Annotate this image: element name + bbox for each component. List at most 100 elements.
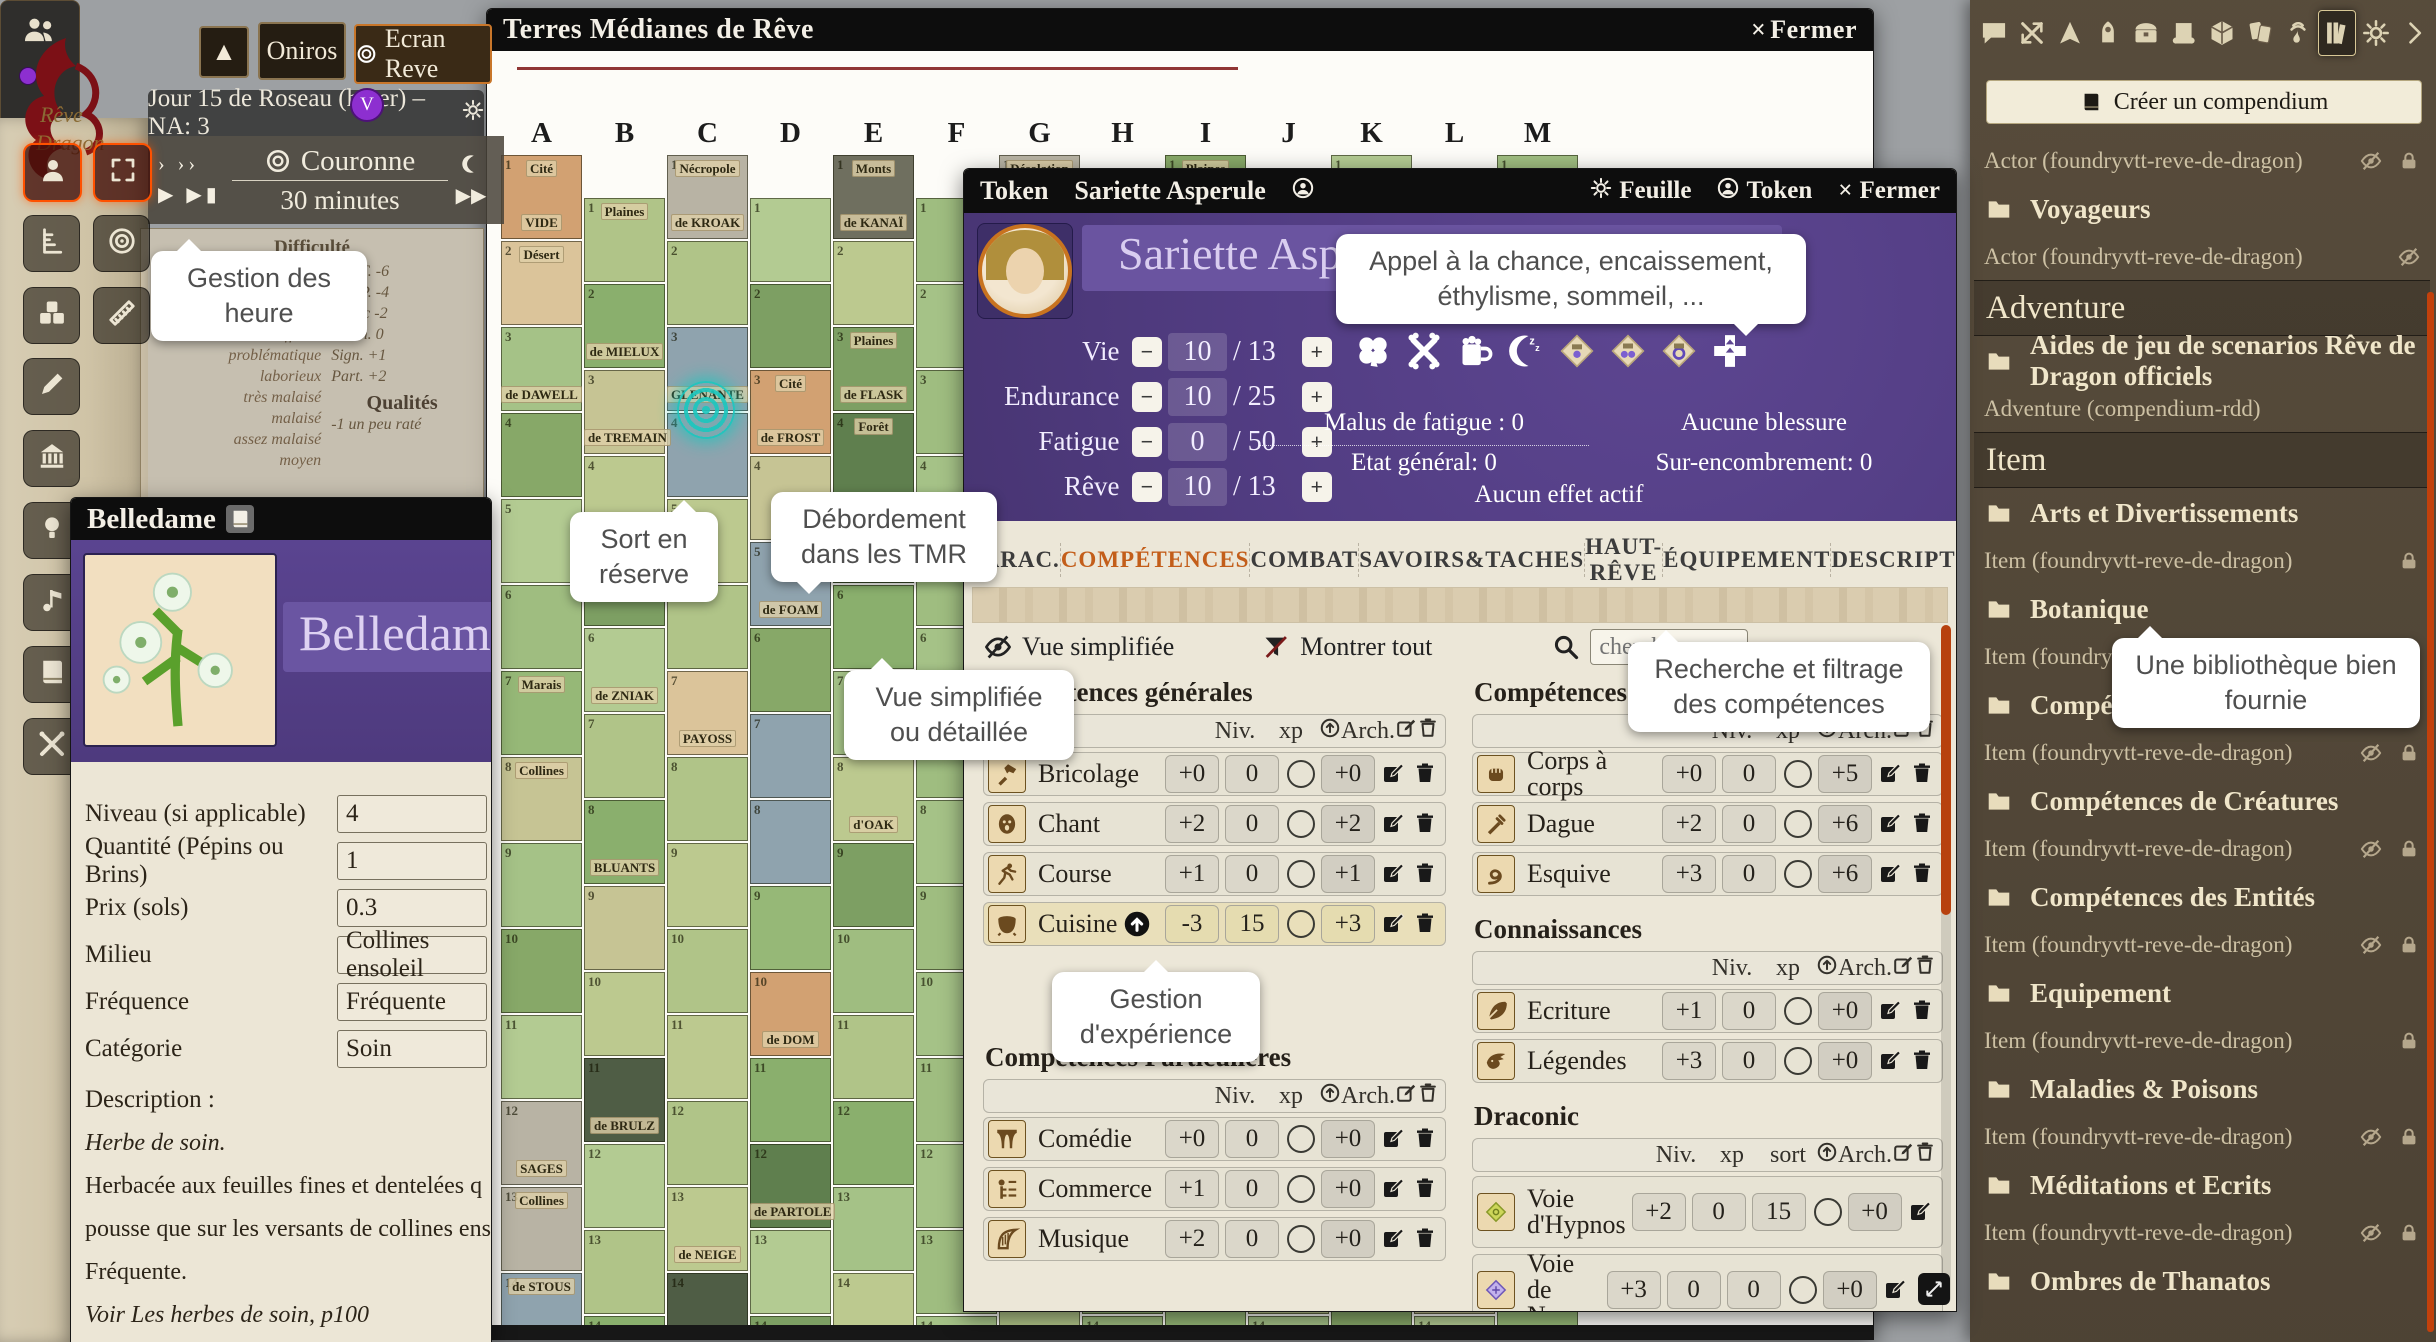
tmr-case[interactable]: 11 [750, 1058, 831, 1142]
lock-icon[interactable] [2398, 1126, 2420, 1148]
tables-icon[interactable] [2204, 11, 2240, 55]
skill-row[interactable]: Ecriture +1 0 +0 [1472, 989, 1943, 1033]
compendium-pack-subtitle[interactable]: Item (foundryvtt-reve-de-dragon) [1974, 826, 2430, 872]
stat-value[interactable]: 0 [1168, 423, 1227, 461]
lock-icon[interactable] [2398, 150, 2420, 172]
trash-icon[interactable] [1910, 761, 1936, 787]
belledame-name[interactable]: Belledame [299, 604, 492, 662]
edit-icon[interactable] [1381, 811, 1407, 837]
trash-icon[interactable] [1413, 1126, 1439, 1152]
skill-archetype[interactable]: +0 [1823, 1271, 1877, 1309]
skill-level[interactable]: +1 [1165, 855, 1219, 893]
tmr-case[interactable]: 9 [667, 843, 748, 927]
tmr-case[interactable]: 13 [584, 1230, 665, 1314]
edit-icon[interactable] [1381, 761, 1407, 787]
tmr-case[interactable]: 14 [667, 1273, 748, 1339]
skill-archetype[interactable]: +3 [1321, 905, 1375, 943]
tmr-case[interactable]: 13 [833, 1187, 914, 1271]
ecran-reve-button[interactable]: Ecran Reve [354, 24, 492, 84]
skill-xp[interactable]: 0 [1225, 855, 1279, 893]
skill-xp[interactable]: 0 [1667, 1271, 1721, 1309]
stat-value[interactable]: 10 [1168, 333, 1227, 371]
skill-archetype[interactable]: +0 [1321, 1170, 1375, 1208]
sheet-titlebar[interactable]: Token Sariette Asperule Feuille Token ×F… [964, 169, 1956, 213]
avatar[interactable] [977, 223, 1073, 319]
tmr-case[interactable]: 14 [916, 1316, 997, 1339]
fast-forward-button[interactable]: ▶▶ [456, 183, 487, 208]
compendium-pack-subtitle[interactable]: Actor (foundryvtt-reve-de-dragon) [1974, 234, 2430, 280]
tmr-case[interactable]: 10 [833, 929, 914, 1013]
skill-name[interactable]: Cuisine [1038, 911, 1123, 937]
skill-level[interactable]: +2 [1632, 1193, 1686, 1231]
compendium-pack-subtitle[interactable]: Item (foundryvtt-reve-de-dragon) [1974, 922, 2430, 968]
demi-reve-marker[interactable] [677, 381, 735, 439]
sheet-tab[interactable]: ÉQUIPEMENT [1662, 543, 1830, 577]
edit-icon[interactable] [1878, 761, 1904, 787]
skill-row[interactable]: Voie d'Hypnos +2 0 15 +0 [1472, 1176, 1943, 1248]
stat-minus-button[interactable]: − [1132, 382, 1162, 412]
select-targets-button[interactable] [93, 143, 152, 202]
create-compendium-button[interactable]: Créer un compendium [1986, 80, 2422, 124]
trash-icon[interactable] [1413, 1226, 1439, 1252]
tmr-case[interactable]: 10 [667, 929, 748, 1013]
tmr-case[interactable]: 7 [750, 714, 831, 798]
journal-icon[interactable] [2166, 11, 2202, 55]
calendar-date-bar[interactable]: Jour 15 de Roseau (hiver) – NA: 3 [148, 90, 484, 136]
archetype-radio[interactable] [1287, 1175, 1315, 1203]
archetype-radio[interactable] [1784, 997, 1812, 1025]
sleep-moon-icon[interactable]: zz [1505, 329, 1547, 373]
skill-row[interactable]: Cuisine -3 15 +3 [983, 902, 1446, 946]
token-tool-button[interactable] [23, 143, 82, 202]
lock-icon[interactable] [2398, 1030, 2420, 1052]
compendium-pack-subtitle[interactable]: Item (foundryvtt-reve-de-dragon) [1974, 1114, 2430, 1160]
skill-name[interactable]: Légendes [1527, 1048, 1656, 1074]
tmr-case[interactable]: 14 [833, 1273, 914, 1339]
compendium-folder[interactable]: Ombres de Thanatos [1974, 1256, 2430, 1306]
stat-minus-button[interactable]: − [1132, 427, 1162, 457]
skill-xp[interactable]: 0 [1225, 805, 1279, 843]
skill-level[interactable]: +0 [1662, 755, 1716, 793]
skill-row[interactable]: Légendes +3 0 +0 [1472, 1039, 1943, 1083]
archetype-radio[interactable] [1784, 810, 1812, 838]
compendium-pack-subtitle[interactable]: Item (foundryvtt-reve-de-dragon) [1974, 538, 2430, 584]
walls-tool-button[interactable] [23, 430, 80, 487]
sheet-tab[interactable]: COMBAT [1249, 543, 1358, 577]
tmr-case[interactable]: 12 [667, 1101, 748, 1185]
tmr-case[interactable]: 14 [1082, 1316, 1163, 1339]
edit-icon[interactable] [1381, 1126, 1407, 1152]
drawing-tool-button[interactable] [23, 358, 80, 415]
skill-name[interactable]: Esquive [1527, 861, 1656, 887]
clover-icon[interactable] [1352, 329, 1394, 373]
skill-archetype[interactable]: +5 [1818, 755, 1872, 793]
compendium-folder[interactable]: Equipement [1974, 968, 2430, 1018]
tmr-case[interactable]: 13 [750, 1230, 831, 1314]
skill-spell-points[interactable]: 0 [1727, 1271, 1781, 1309]
compendium-folder[interactable]: Arts et Divertissements [1974, 488, 2430, 538]
skill-name[interactable]: Musique [1038, 1226, 1159, 1252]
close-sheet-button[interactable]: ×Fermer [1838, 177, 1940, 205]
archetype-radio[interactable] [1784, 860, 1812, 888]
lock-icon[interactable] [2398, 742, 2420, 764]
tmr-case[interactable]: 10 [584, 972, 665, 1056]
compendium-pack-subtitle[interactable]: Item (foundryvtt-reve-de-dragon) [1974, 1018, 2430, 1064]
tmr-case[interactable]: 14 [1414, 1316, 1495, 1339]
lock-icon[interactable] [2398, 934, 2420, 956]
skill-name[interactable]: Comédie [1038, 1126, 1159, 1152]
eye-slash-icon[interactable] [2360, 1126, 2382, 1148]
difficulty-tool-button[interactable] [93, 215, 150, 272]
archetype-radio[interactable] [1789, 1276, 1817, 1304]
skill-name[interactable]: Commerce [1038, 1176, 1159, 1202]
tmr-case[interactable]: 12 [833, 1101, 914, 1185]
dice-tool-button[interactable] [23, 287, 80, 344]
trash-icon[interactable] [1910, 861, 1936, 887]
skill-xp[interactable]: 0 [1225, 1170, 1279, 1208]
mug-icon[interactable] [1454, 329, 1496, 373]
tmr-case[interactable]: 10 [501, 929, 582, 1013]
tmr-case[interactable]: 12 [584, 1144, 665, 1228]
oniros-button[interactable]: Oniros [258, 22, 346, 80]
sheet-config-button[interactable]: Feuille [1590, 177, 1691, 206]
tmr-case[interactable]: 11 [667, 1015, 748, 1099]
skill-name[interactable]: Dague [1527, 811, 1656, 837]
skill-archetype[interactable]: +0 [1321, 1120, 1375, 1158]
archetype-radio[interactable] [1287, 810, 1315, 838]
